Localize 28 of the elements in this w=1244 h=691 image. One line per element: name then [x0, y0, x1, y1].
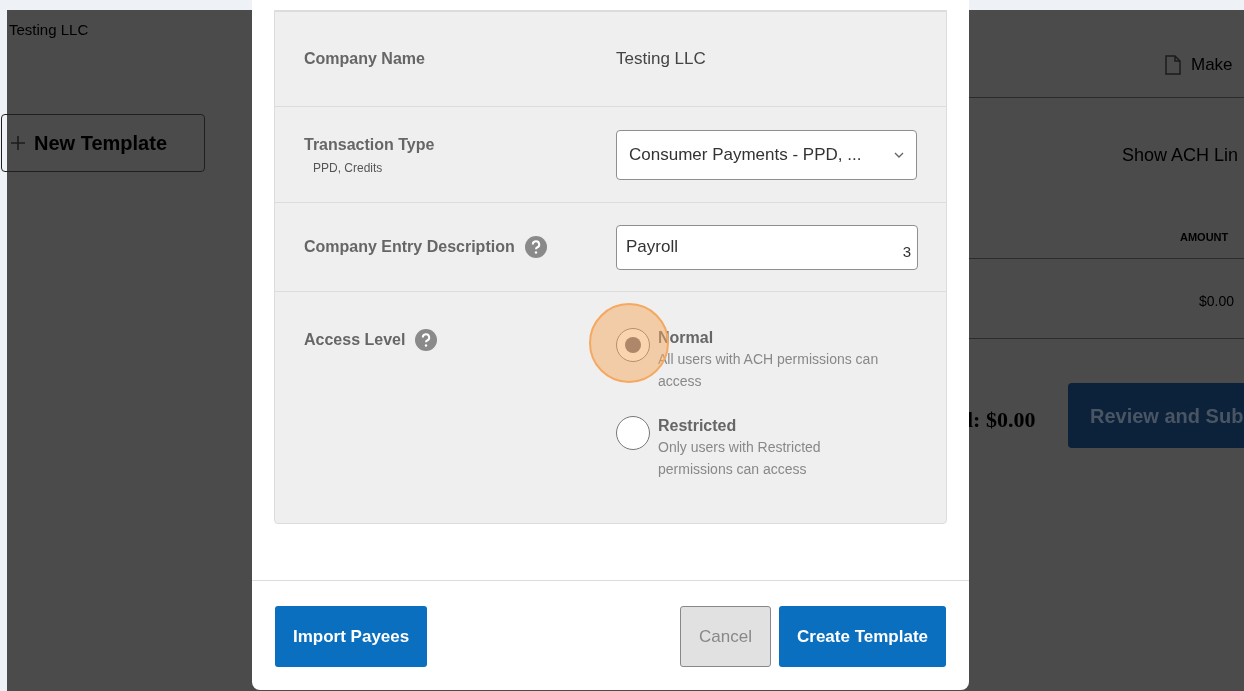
- primary-button[interactable]: Import Payees: [275, 606, 428, 667]
- field-hint: PPD, Credits: [313, 159, 384, 177]
- field-label: Company Name: [304, 49, 425, 69]
- cancel-button[interactable]: Cancel: [680, 606, 771, 667]
- field-label: Access Level: [304, 330, 406, 350]
- field-label: Transaction Type: [304, 134, 435, 155]
- review-submit-button[interactable]: Review and Sub: [1068, 383, 1244, 448]
- amount-cell-text: $0.00: [1199, 292, 1235, 311]
- field-label: Company Entry Description: [304, 237, 515, 257]
- column-header: AMOUNT: [1180, 230, 1229, 245]
- help-icon[interactable]: [524, 236, 547, 258]
- transaction-type-dropdown[interactable]: Consumer Payments - PPD, ...: [616, 129, 917, 180]
- primary-button[interactable]: Create Template: [779, 606, 946, 667]
- character-counter: 3: [902, 242, 911, 262]
- make-link[interactable]: Make: [1191, 52, 1233, 78]
- radio-button[interactable]: [616, 416, 650, 450]
- company-name: Testing LLC: [9, 20, 89, 40]
- help-icon[interactable]: [415, 329, 438, 351]
- option-label: Restricted: [658, 416, 738, 436]
- document-icon: [1165, 54, 1181, 75]
- option-description: Only users with Restricted permissions can access: [658, 438, 822, 479]
- plus-icon: [10, 135, 26, 151]
- total-amount: l: $0.00: [967, 406, 1036, 434]
- new-template-button[interactable]: New Template: [1, 114, 205, 172]
- field-value: Testing LLC: [616, 48, 706, 71]
- chevron-down-icon: [894, 151, 904, 158]
- radio-button[interactable]: [616, 328, 650, 362]
- show-ach-link[interactable]: Show ACH Lin: [1122, 142, 1239, 169]
